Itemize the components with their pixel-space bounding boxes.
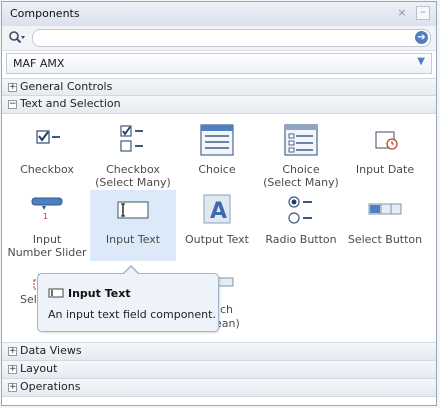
component-item-input-number-slider[interactable]: 1 Input Number Slider bbox=[4, 194, 90, 259]
category-text-selection[interactable]: − Text and Selection bbox=[2, 95, 436, 114]
search-input[interactable]: ➔ bbox=[32, 29, 431, 47]
component-label: Input Number Slider bbox=[7, 233, 87, 259]
component-item-radio-button[interactable]: Radio Button bbox=[258, 194, 344, 246]
search-go-icon[interactable]: ➔ bbox=[415, 31, 428, 44]
choice-icon bbox=[200, 124, 234, 156]
component-label: Input Date bbox=[355, 163, 415, 176]
expand-icon[interactable]: + bbox=[8, 347, 17, 356]
input-text-icon bbox=[48, 288, 64, 298]
category-label: Layout bbox=[20, 362, 58, 375]
svg-text:1: 1 bbox=[43, 212, 48, 221]
partial-item-label: ch bbox=[220, 303, 234, 316]
component-item-input-date[interactable]: Input Date bbox=[342, 124, 428, 176]
component-label: Select Button bbox=[347, 233, 423, 246]
panel-titlebar: Components × – bbox=[2, 2, 436, 27]
category-operations[interactable]: + Operations bbox=[2, 378, 436, 397]
choice-select-many-icon bbox=[284, 124, 318, 156]
component-item-choice[interactable]: Choice bbox=[174, 124, 260, 176]
radio-button-icon bbox=[288, 196, 312, 224]
category-label: Data Views bbox=[20, 344, 82, 357]
component-item-checkbox[interactable]: Checkbox bbox=[4, 124, 90, 176]
input-date-icon bbox=[375, 131, 398, 150]
component-label: Radio Button bbox=[265, 233, 337, 246]
component-item-select-button[interactable]: Select Button bbox=[342, 194, 428, 246]
select-button-icon bbox=[368, 203, 402, 215]
component-item-checkbox-select-many[interactable]: Checkbox (Select Many) bbox=[90, 124, 176, 189]
component-label: Output Text bbox=[185, 233, 249, 246]
expand-icon[interactable]: + bbox=[8, 83, 17, 92]
expand-icon[interactable]: + bbox=[8, 365, 17, 374]
component-item-input-text[interactable]: Input Text bbox=[90, 190, 176, 261]
tooltip-title: Input Text bbox=[68, 287, 131, 300]
search-row: ➔ bbox=[2, 26, 436, 51]
component-item-output-text[interactable]: A Output Text bbox=[174, 194, 260, 246]
output-text-icon: A bbox=[203, 194, 231, 224]
svg-text:A: A bbox=[210, 199, 227, 224]
close-icon[interactable]: × bbox=[395, 6, 409, 20]
component-label: Checkbox (Select Many) bbox=[95, 163, 171, 189]
panel-title: Components bbox=[10, 7, 80, 20]
components-panel: Components × – ➔ MAF AMX ▼ + General Con… bbox=[1, 1, 437, 406]
collapse-icon[interactable]: − bbox=[8, 100, 17, 109]
library-select[interactable]: MAF AMX ▼ bbox=[6, 53, 432, 74]
search-icon[interactable] bbox=[8, 30, 26, 46]
checkbox-icon bbox=[36, 130, 60, 144]
component-label: Choice (Select Many) bbox=[263, 163, 339, 189]
category-label: Text and Selection bbox=[20, 97, 121, 110]
chevron-down-icon[interactable]: ▼ bbox=[417, 56, 425, 67]
component-tooltip: Input Text An input text field component… bbox=[37, 265, 219, 332]
component-item-choice-select-many[interactable]: Choice (Select Many) bbox=[258, 124, 344, 189]
library-select-value: MAF AMX bbox=[13, 57, 65, 70]
input-text-icon bbox=[117, 201, 149, 219]
category-label: Operations bbox=[20, 380, 81, 393]
number-slider-icon: 1 bbox=[31, 197, 63, 221]
expand-icon[interactable]: + bbox=[8, 383, 17, 392]
minimize-button[interactable]: – bbox=[416, 6, 430, 20]
category-layout[interactable]: + Layout bbox=[2, 360, 436, 379]
category-label: General Controls bbox=[20, 80, 113, 93]
checkbox-select-many-icon bbox=[120, 125, 143, 152]
tooltip-arrow-inner bbox=[123, 267, 139, 275]
category-data-views[interactable]: + Data Views bbox=[2, 342, 436, 361]
component-label: Input Text bbox=[105, 233, 161, 246]
component-label: Checkbox bbox=[20, 163, 74, 176]
component-label: Choice bbox=[198, 163, 236, 176]
tooltip-description: An input text field component. bbox=[48, 308, 216, 321]
